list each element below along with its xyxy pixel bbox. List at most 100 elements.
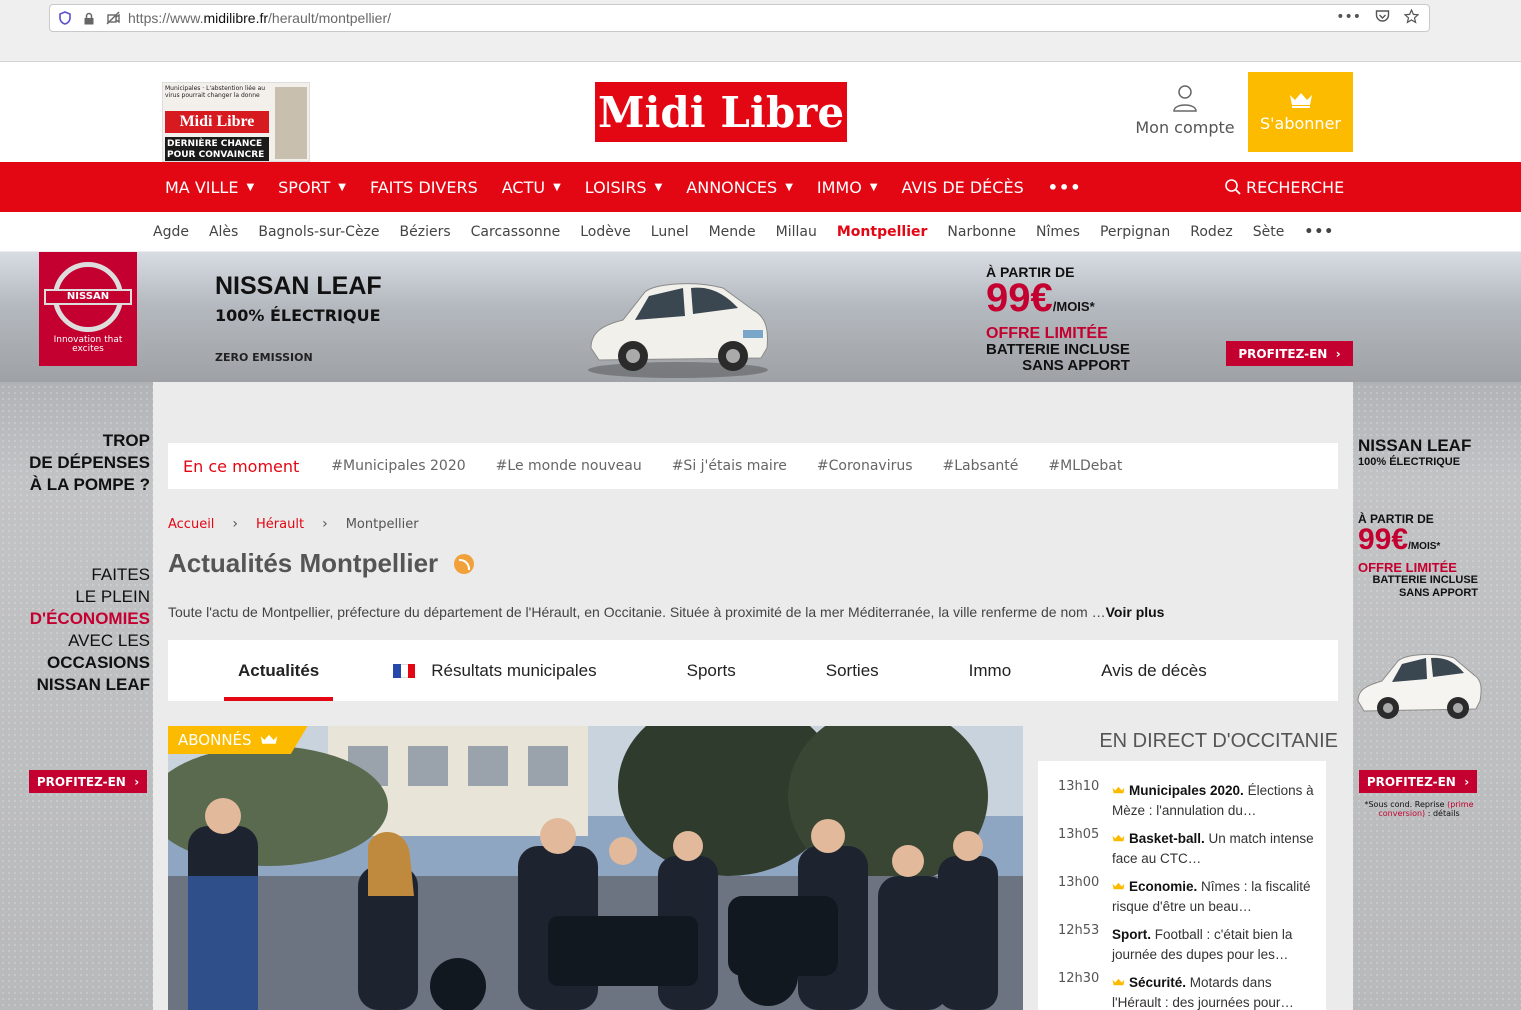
- site-logo[interactable]: Midi Libre: [595, 82, 847, 142]
- account-link[interactable]: Mon compte: [1130, 84, 1240, 137]
- address-bar[interactable]: https://www.midilibre.fr/herault/montpel…: [49, 4, 1430, 32]
- side-right-cta-label: PROFITEZ-EN: [1366, 774, 1456, 789]
- live-item-time: 12h53: [1058, 923, 1100, 938]
- live-feed-item[interactable]: 12h53 Sport. Football : c'était bien la j…: [1038, 905, 1326, 962]
- city-nav-item[interactable]: Bagnols-sur-Cèze: [258, 224, 379, 240]
- city-nav-item[interactable]: Carcassonne: [471, 224, 561, 240]
- trending-tag[interactable]: #Municipales 2020: [331, 458, 465, 474]
- tab-immo[interactable]: Immo: [969, 640, 1012, 701]
- city-nav-item[interactable]: Narbonne: [947, 224, 1016, 240]
- page-title-text: Actualités Montpellier: [168, 548, 439, 578]
- breadcrumb-region[interactable]: Hérault: [256, 517, 304, 532]
- caret-down-icon: ▼: [246, 181, 255, 193]
- city-nav-item[interactable]: Béziers: [400, 224, 451, 240]
- main-nav-item[interactable]: ANNONCES ▼: [686, 178, 793, 197]
- live-item-text: Sécurité. Motards dans l'Hérault : des j…: [1112, 953, 1318, 1010]
- search-button[interactable]: RECHERCHE: [1224, 162, 1344, 212]
- city-navigation: Agde Alès Bagnols-sur-Cèze Béziers Carcasson…: [0, 212, 1521, 252]
- tracking-shield-icon[interactable]: [56, 9, 74, 27]
- subscribe-button[interactable]: S'abonner: [1248, 72, 1353, 152]
- city-nav-item[interactable]: Montpellier: [837, 224, 928, 240]
- tab-resultats-municipales[interactable]: Résultats municipales: [393, 640, 597, 701]
- live-item-category: Economie.: [1129, 879, 1198, 894]
- ad-cta-button[interactable]: PROFITEZ-EN ›: [1226, 341, 1353, 366]
- side-ad-left[interactable]: TROP DE DÉPENSES À LA POMPE ? FAITES LE …: [0, 430, 150, 696]
- city-nav-more[interactable]: •••: [1304, 224, 1334, 240]
- url-text[interactable]: https://www.midilibre.fr/herault/montpel…: [128, 10, 391, 26]
- side-ad-right-title: NISSAN LEAF: [1358, 436, 1472, 455]
- side-left-cta-label: PROFITEZ-EN: [36, 774, 126, 789]
- trending-tag[interactable]: #Labsanté: [943, 458, 1019, 474]
- main-nav-item[interactable]: AVIS DE DÉCÈS: [902, 178, 1024, 197]
- bookmark-star-icon[interactable]: [1403, 8, 1420, 28]
- rss-icon[interactable]: [454, 553, 475, 574]
- main-nav-list: MA VILLE ▼ SPORT ▼ FAITS DIVERS ACTU ▼ LOISIRS ▼…: [165, 162, 1105, 212]
- pocket-icon[interactable]: [1375, 9, 1390, 28]
- city-nav-item[interactable]: Rodez: [1190, 224, 1233, 240]
- main-nav-item[interactable]: IMMO ▼: [817, 178, 878, 197]
- main-nav-item-label: ANNONCES: [686, 177, 778, 197]
- side-right-cta-button[interactable]: PROFITEZ-EN ›: [1359, 770, 1477, 793]
- ad-subtitle: 100% ÉLECTRIQUE: [215, 306, 381, 325]
- main-nav-item[interactable]: ACTU ▼: [502, 178, 561, 197]
- main-nav-item[interactable]: SPORT ▼: [278, 178, 346, 197]
- tab-sports-label: Sports: [686, 660, 736, 680]
- live-feed-item[interactable]: 13h10 Municipales 2020. Élections à Mèze …: [1038, 761, 1326, 818]
- main-nav-item[interactable]: MA VILLE ▼: [165, 178, 254, 197]
- breadcrumb-current: Montpellier: [345, 516, 419, 532]
- caret-down-icon: ▼: [553, 181, 561, 193]
- trending-tag[interactable]: #Coronavirus: [817, 458, 913, 474]
- trending-tag[interactable]: #Le monde nouveau: [496, 458, 642, 474]
- live-feed-item[interactable]: 12h30 Sécurité. Motards dans l'Hérault : …: [1038, 953, 1326, 1010]
- tab-resultats-municipales-label: Résultats municipales: [431, 660, 597, 680]
- tab-sorties[interactable]: Sorties: [826, 640, 879, 701]
- ad-price-amount: 99€/MOIS*: [986, 278, 1130, 325]
- city-nav-list: Agde Alès Bagnols-sur-Cèze Béziers Carcasson…: [153, 212, 1354, 252]
- caret-down-icon: ▼: [869, 181, 878, 193]
- city-nav-item[interactable]: Sète: [1253, 224, 1285, 240]
- tab-avis-de-deces[interactable]: Avis de décès: [1101, 640, 1207, 701]
- side-left-cta-button[interactable]: PROFITEZ-EN ›: [29, 770, 147, 793]
- side-ad-right[interactable]: NISSAN LEAF 100% ÉLECTRIQUE À PARTIR DE …: [1358, 436, 1488, 600]
- chevron-right-icon: ›: [1335, 346, 1341, 361]
- breadcrumb-home[interactable]: Accueil: [168, 517, 214, 532]
- tab-avis-de-deces-label: Avis de décès: [1101, 660, 1207, 680]
- city-nav-item[interactable]: Millau: [776, 224, 817, 240]
- trending-tag[interactable]: #Si j'étais maire: [672, 458, 787, 474]
- lock-icon[interactable]: [80, 9, 98, 27]
- main-nav-item[interactable]: LOISIRS ▼: [585, 178, 663, 197]
- search-icon: [1225, 179, 1241, 195]
- city-nav-item[interactable]: Nîmes: [1036, 224, 1080, 240]
- subscribers-badge: ABONNÉS: [168, 726, 308, 754]
- city-nav-item[interactable]: Agde: [153, 224, 189, 240]
- city-nav-item[interactable]: Mende: [709, 224, 756, 240]
- live-feed-item[interactable]: 13h00 Economie. Nîmes : la fiscalité risq…: [1038, 857, 1326, 914]
- newspaper-edition-thumbnail[interactable]: Municipales · L'abstention liée au virus…: [162, 82, 310, 162]
- page-title: Actualités Montpellier: [168, 548, 475, 579]
- city-nav-item[interactable]: Lodève: [580, 224, 631, 240]
- trending-now-label: En ce moment: [183, 456, 300, 476]
- live-item-category: Basket-ball.: [1129, 831, 1205, 846]
- subscribe-label: S'abonner: [1259, 114, 1341, 133]
- site-header: Municipales · L'abstention liée au virus…: [0, 62, 1521, 162]
- city-nav-item[interactable]: Alès: [209, 224, 238, 240]
- main-nav-more[interactable]: •••: [1048, 178, 1082, 197]
- trending-tag[interactable]: #MLDebat: [1048, 458, 1122, 474]
- camera-blocked-icon[interactable]: [104, 9, 122, 27]
- main-nav-item[interactable]: FAITS DIVERS: [370, 178, 478, 197]
- city-nav-item[interactable]: Perpignan: [1100, 224, 1170, 240]
- tab-sports[interactable]: Sports: [687, 640, 736, 701]
- side-ad-right-amount: 99€/MOIS*: [1358, 525, 1488, 561]
- nissan-logo[interactable]: NISSAN Innovation that excites: [39, 252, 137, 366]
- live-feed-item[interactable]: 13h05 Basket-ball. Un match intense face …: [1038, 809, 1326, 866]
- city-nav-item[interactable]: Lunel: [651, 224, 689, 240]
- main-nav-item-label: AVIS DE DÉCÈS: [901, 177, 1024, 197]
- live-item-text: Sport. Football : c'était bien la journé…: [1112, 905, 1318, 962]
- see-more-link[interactable]: Voir plus: [1106, 604, 1165, 620]
- page-actions-icon[interactable]: •••: [1336, 9, 1361, 28]
- live-item-time: 13h10: [1058, 779, 1100, 794]
- tab-actualites[interactable]: Actualités: [223, 640, 334, 701]
- account-label: Mon compte: [1135, 118, 1235, 137]
- hero-article-image[interactable]: ABONNÉS: [168, 726, 1023, 1010]
- browser-chrome: https://www.midilibre.fr/herault/montpel…: [0, 0, 1521, 62]
